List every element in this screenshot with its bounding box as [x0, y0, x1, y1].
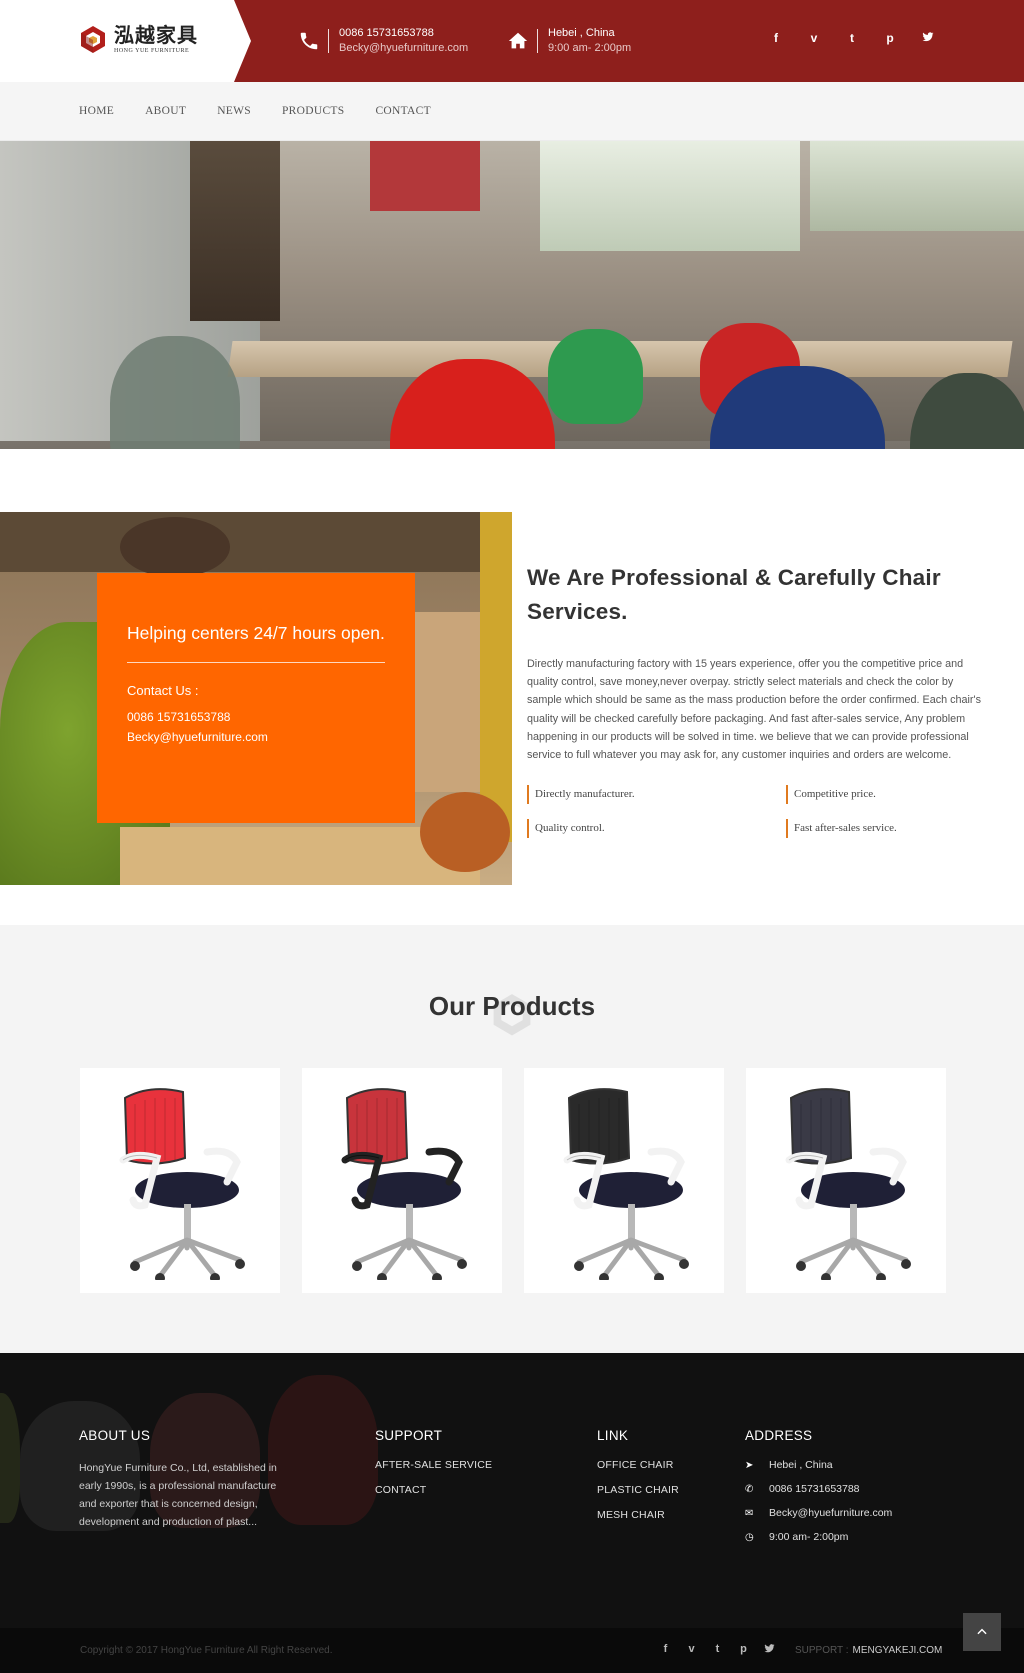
product-card[interactable] — [80, 1068, 280, 1293]
footer-link-plastic-chair[interactable]: PLASTIC CHAIR — [597, 1484, 679, 1496]
footer-about-text: HongYue Furniture Co., Ltd, established … — [79, 1462, 277, 1528]
footer-email-row: ✉ Becky@hyuefurniture.com — [745, 1507, 892, 1519]
product-card[interactable] — [746, 1068, 946, 1293]
product-card[interactable] — [302, 1068, 502, 1293]
footer-support-credit: SUPPORT : MENGYAKEJI.COM — [795, 1645, 942, 1656]
about-title: We Are Professional & Carefully Chair Se… — [527, 565, 941, 624]
top-header: 泓越家具 HONG YUE FURNITURE 0086 15731653788… — [0, 0, 1024, 82]
vimeo-icon[interactable]: v — [806, 31, 822, 46]
footer-hours-row: ◷ 9:00 am- 2:00pm — [745, 1531, 892, 1543]
feature-item: Fast after-sales service. — [786, 819, 986, 839]
card-contact-label: Contact Us : — [127, 683, 199, 698]
office-chair-image — [563, 1088, 689, 1280]
footer-support: SUPPORT AFTER-SALE SERVICE CONTACT — [375, 1428, 492, 1509]
support-site-link[interactable]: MENGYAKEJI.COM — [853, 1645, 943, 1656]
header-location-block: Hebei , China 9:00 am- 2:00pm — [507, 26, 631, 56]
nav-contact[interactable]: CONTACT — [375, 105, 430, 117]
footer: ABOUT US HongYue Furniture Co., Ltd, est… — [0, 1353, 1024, 1628]
contact-card: Helping centers 24/7 hours open. Contact… — [97, 573, 415, 823]
feature-item: Quality control. — [527, 819, 786, 839]
footer-link-title: LINK — [597, 1428, 629, 1443]
footer-location-row: ➤ Hebei , China — [745, 1459, 892, 1471]
about-section: Helping centers 24/7 hours open. Contact… — [0, 449, 1024, 925]
logo-chinese-name: 泓越家具 — [114, 22, 198, 47]
twitter-icon[interactable] — [764, 1643, 775, 1657]
card-divider — [127, 662, 385, 663]
pinterest-icon[interactable]: p — [738, 1643, 749, 1657]
products-title: Our Products — [428, 991, 596, 1021]
header-hours: 9:00 am- 2:00pm — [548, 42, 632, 54]
tumblr-icon[interactable]: t — [712, 1643, 723, 1657]
footer-support-title: SUPPORT — [375, 1428, 443, 1443]
office-chair-image — [785, 1088, 911, 1280]
footer-about: ABOUT US HongYue Furniture Co., Ltd, est… — [79, 1428, 291, 1531]
feature-list: Directly manufacturer. Competitive price… — [527, 785, 987, 839]
divider — [328, 29, 329, 53]
hero-banner-image — [0, 141, 1024, 449]
nav-home[interactable]: HOME — [79, 105, 114, 117]
office-chair-image — [341, 1088, 467, 1280]
feature-item: Directly manufacturer. — [527, 785, 786, 805]
footer-links: LINK OFFICE CHAIR PLASTIC CHAIR MESH CHA… — [597, 1428, 679, 1534]
nav-news[interactable]: NEWS — [217, 105, 251, 117]
footer-link-contact[interactable]: CONTACT — [375, 1484, 492, 1496]
main-nav: HOME ABOUT NEWS PRODUCTS CONTACT — [0, 82, 1024, 141]
header-phone-block: 0086 15731653788 Becky@hyuefurniture.com — [298, 26, 468, 56]
copyright: Copyright © 2017 HongYue Furniture All R… — [80, 1645, 333, 1656]
product-grid — [80, 1068, 946, 1293]
phone-icon — [300, 32, 318, 50]
footer-about-title: ABOUT US — [79, 1428, 151, 1443]
footer-social-links: f v t p — [660, 1643, 775, 1657]
header-location: Hebei , China — [548, 27, 615, 39]
home-icon — [508, 32, 528, 49]
header-email[interactable]: Becky@hyuefurniture.com — [339, 41, 468, 56]
support-label: SUPPORT : — [795, 1645, 849, 1656]
card-headline: Helping centers 24/7 hours open. — [127, 623, 385, 643]
about-text-block: We Are Professional & Carefully Chair Se… — [527, 561, 987, 839]
product-card[interactable] — [524, 1068, 724, 1293]
vimeo-icon[interactable]: v — [686, 1643, 697, 1657]
clock-icon: ◷ — [745, 1531, 754, 1543]
footer-hours: 9:00 am- 2:00pm — [769, 1531, 849, 1543]
footer-link-mesh-chair[interactable]: MESH CHAIR — [597, 1509, 679, 1521]
header-social-links: f v t p — [768, 31, 936, 46]
footer-location: Hebei , China — [769, 1459, 833, 1471]
footer-link-after-sale[interactable]: AFTER-SALE SERVICE — [375, 1459, 492, 1471]
footer-address: ADDRESS ➤ Hebei , China ✆ 0086 157316537… — [745, 1428, 892, 1555]
about-body: Directly manufacturing factory with 15 y… — [527, 658, 981, 762]
chevron-up-icon — [977, 1628, 987, 1635]
footer-phone-row: ✆ 0086 15731653788 — [745, 1483, 892, 1495]
back-to-top-button[interactable] — [963, 1613, 1001, 1651]
tumblr-icon[interactable]: t — [844, 31, 860, 46]
divider — [537, 29, 538, 53]
footer-address-title: ADDRESS — [745, 1428, 813, 1443]
header-phone[interactable]: 0086 15731653788 — [339, 26, 468, 41]
twitter-icon[interactable] — [920, 31, 936, 46]
footer-link-office-chair[interactable]: OFFICE CHAIR — [597, 1459, 679, 1471]
facebook-icon[interactable]: f — [768, 31, 784, 46]
logo-mark-icon — [81, 26, 105, 53]
footer-email[interactable]: Becky@hyuefurniture.com — [769, 1507, 892, 1519]
footer-bottom-bar: Copyright © 2017 HongYue Furniture All R… — [0, 1613, 1024, 1673]
card-email[interactable]: Becky@hyuefurniture.com — [127, 727, 385, 747]
footer-phone[interactable]: 0086 15731653788 — [769, 1483, 860, 1495]
office-chair-image — [119, 1088, 245, 1280]
location-arrow-icon: ➤ — [745, 1459, 754, 1471]
envelope-icon: ✉ — [745, 1507, 754, 1519]
phone-icon: ✆ — [745, 1483, 754, 1495]
logo-english-name: HONG YUE FURNITURE — [114, 47, 190, 54]
card-phone[interactable]: 0086 15731653788 — [127, 707, 385, 727]
nav-about[interactable]: ABOUT — [145, 105, 186, 117]
feature-item: Competitive price. — [786, 785, 986, 805]
logo[interactable]: 泓越家具 HONG YUE FURNITURE — [78, 24, 198, 54]
facebook-icon[interactable]: f — [660, 1643, 671, 1657]
products-section: Our Products — [0, 925, 1024, 1353]
nav-products[interactable]: PRODUCTS — [282, 105, 344, 117]
pinterest-icon[interactable]: p — [882, 31, 898, 46]
